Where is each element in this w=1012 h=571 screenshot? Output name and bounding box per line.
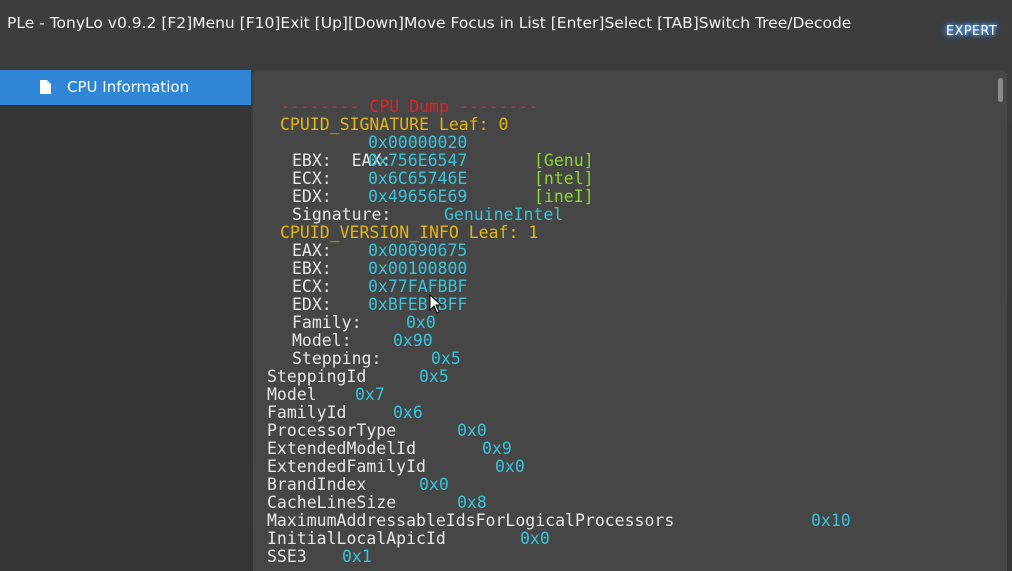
version-leaf-heading: CPUID_VERSION_INFO Leaf: 1 bbox=[280, 223, 539, 242]
cpu-dump-panel[interactable]: -------- CPU Dump -------- CPUID_SIGNATU… bbox=[253, 70, 1007, 571]
decoded-field-value: 0x0 bbox=[520, 529, 550, 548]
expert-mode-badge[interactable]: EXPERT bbox=[943, 23, 1000, 40]
decoded-field-name: SSE3 bbox=[267, 547, 307, 566]
register-name: EAX: bbox=[292, 241, 332, 260]
register-name: EDX: bbox=[292, 187, 332, 206]
register-ascii: [Genu] bbox=[534, 151, 594, 170]
decoded-field-name: CacheLineSize bbox=[267, 493, 397, 512]
decoded-field-name: MaximumAddressableIdsForLogicalProcessor… bbox=[267, 511, 675, 530]
register-name: ECX: bbox=[292, 169, 332, 188]
register-name: EDX: bbox=[292, 295, 332, 314]
register-value: 0x00100800 bbox=[368, 259, 468, 278]
signature-label: Signature: bbox=[292, 205, 392, 224]
field-name: Model: bbox=[292, 331, 352, 350]
sidebar-item-label: CPU Information bbox=[67, 78, 190, 96]
register-value: 0x00000020 bbox=[368, 133, 468, 152]
decoded-field-name: Model bbox=[267, 385, 317, 404]
register-value: 0x756E6547 bbox=[368, 151, 468, 170]
dump-header: -------- CPU Dump -------- bbox=[280, 97, 539, 116]
sidebar: CPU Information bbox=[0, 70, 251, 571]
decoded-field-value: 0x0 bbox=[495, 457, 525, 476]
register-name: EBX: bbox=[292, 151, 332, 170]
scrollbar-thumb[interactable] bbox=[998, 78, 1003, 102]
decoded-field-value: 0x10 bbox=[811, 511, 851, 530]
field-value: 0x90 bbox=[393, 331, 433, 350]
register-value: 0x00090675 bbox=[368, 241, 468, 260]
decoded-field-name: FamilyId bbox=[267, 403, 347, 422]
field-value: 0x0 bbox=[406, 313, 436, 332]
field-name: Family: bbox=[292, 313, 362, 332]
register-value: 0x6C65746E bbox=[368, 169, 468, 188]
decoded-field-value: 0x8 bbox=[457, 493, 487, 512]
decoded-field-name: ExtendedFamilyId bbox=[267, 457, 426, 476]
field-name: Stepping: bbox=[292, 349, 382, 368]
signature-leaf-heading: CPUID_SIGNATURE Leaf: 0 bbox=[280, 115, 509, 134]
signature-value: GenuineIntel bbox=[444, 205, 564, 224]
register-name: EBX: bbox=[292, 259, 332, 278]
decoded-field-name: InitialLocalApicId bbox=[267, 529, 446, 548]
register-value: 0xBFEBFBFF bbox=[368, 295, 468, 314]
decoded-field-value: 0x6 bbox=[393, 403, 423, 422]
decoded-field-name: ProcessorType bbox=[267, 421, 397, 440]
field-value: 0x5 bbox=[431, 349, 461, 368]
mouse-pointer-icon bbox=[429, 294, 443, 314]
register-name: ECX: bbox=[292, 277, 332, 296]
decoded-field-value: 0x9 bbox=[482, 439, 512, 458]
decoded-field-value: 0x0 bbox=[419, 475, 449, 494]
register-ascii: [ineI] bbox=[534, 187, 594, 206]
register-value: 0x77FAFBBF bbox=[368, 277, 468, 296]
sidebar-item-cpu-information[interactable]: CPU Information bbox=[0, 70, 251, 105]
window-title: PLe - TonyLo v0.9.2 [F2]Menu [F10]Exit [… bbox=[7, 14, 852, 32]
decoded-field-name: ExtendedModelId bbox=[267, 439, 417, 458]
decoded-field-name: SteppingId bbox=[267, 367, 367, 386]
title-bar: PLe - TonyLo v0.9.2 [F2]Menu [F10]Exit [… bbox=[0, 0, 1012, 64]
decoded-field-name: BrandIndex bbox=[267, 475, 367, 494]
decoded-field-value: 0x1 bbox=[342, 547, 372, 566]
app-window: PLe - TonyLo v0.9.2 [F2]Menu [F10]Exit [… bbox=[0, 0, 1012, 571]
decoded-field-value: 0x0 bbox=[457, 421, 487, 440]
register-value: 0x49656E69 bbox=[368, 187, 468, 206]
register-ascii: [ntel] bbox=[534, 169, 594, 188]
decoded-field-value: 0x5 bbox=[419, 367, 449, 386]
decoded-field-value: 0x7 bbox=[355, 385, 385, 404]
document-icon bbox=[40, 80, 51, 94]
